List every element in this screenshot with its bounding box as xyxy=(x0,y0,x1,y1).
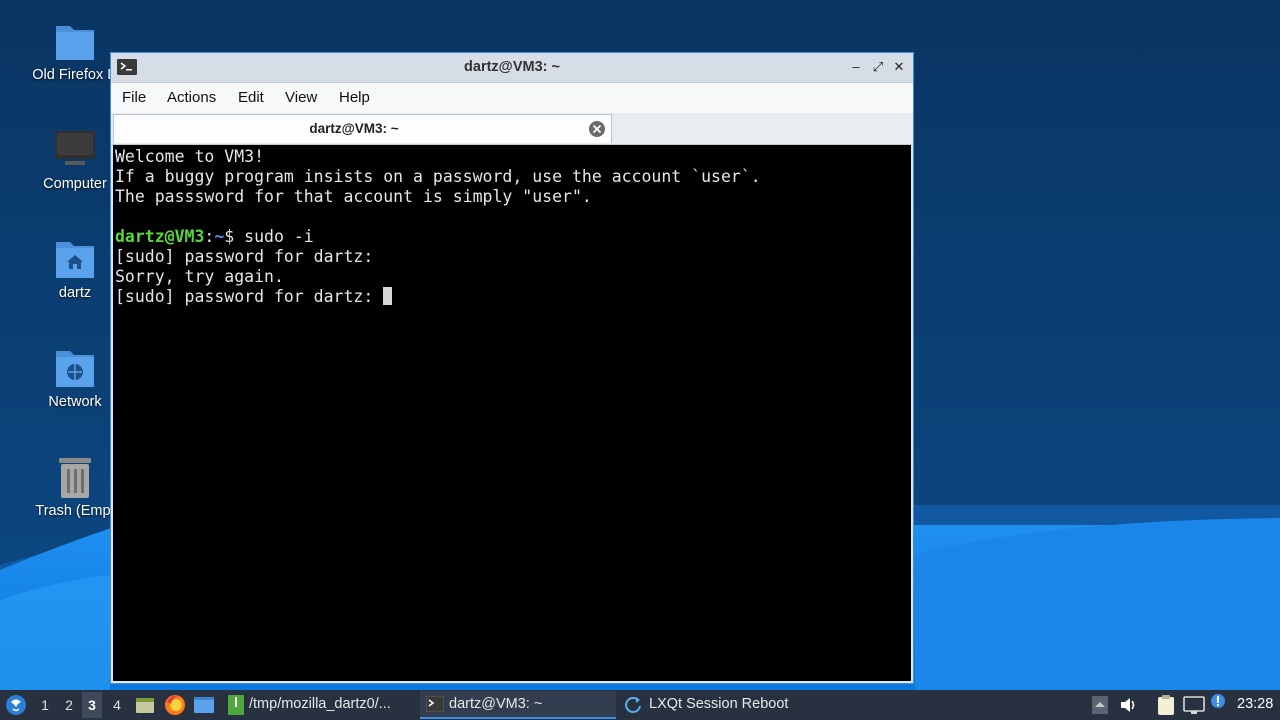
terminal-icon xyxy=(426,696,444,712)
workspace-1[interactable]: 1 xyxy=(38,697,52,713)
menu-actions[interactable]: Actions xyxy=(167,89,216,106)
tab-terminal[interactable]: dartz@VM3: ~ xyxy=(113,114,612,143)
clock[interactable]: 23:28 xyxy=(1237,696,1273,712)
clipboard-icon[interactable] xyxy=(1155,694,1177,716)
terminal-line: Welcome to VM3! xyxy=(115,147,265,166)
window-title: dartz@VM3: ~ xyxy=(464,59,560,75)
folder-icon xyxy=(56,26,94,60)
workspace-4[interactable]: 4 xyxy=(110,697,124,713)
menu-edit[interactable]: Edit xyxy=(238,89,264,106)
home-folder-icon xyxy=(56,242,94,278)
menu-view[interactable]: View xyxy=(285,89,317,106)
terminal-line: Sorry, try again. xyxy=(115,267,284,286)
network-folder-icon xyxy=(56,351,94,387)
file-manager-launcher-icon[interactable] xyxy=(135,695,155,715)
tab-bar: dartz@VM3: ~ xyxy=(111,113,913,145)
workspace-2[interactable]: 2 xyxy=(62,697,76,713)
notification-icon[interactable] xyxy=(1210,693,1226,709)
terminal-window[interactable]: dartz@VM3: ~ – ⤢ ✕ File Actions Edit Vie… xyxy=(110,52,914,684)
network-status-icon[interactable] xyxy=(1183,695,1205,715)
taskbar: 1 2 3 4 /tmp/mozilla_dartz0/... dartz@VM… xyxy=(0,690,1280,720)
reboot-icon xyxy=(625,697,641,713)
terminal-line: [sudo] password for dartz: xyxy=(115,287,384,306)
text-cursor xyxy=(383,287,393,305)
task-terminal-label: dartz@VM3: ~ xyxy=(449,696,543,712)
menu-help[interactable]: Help xyxy=(339,89,370,106)
window-titlebar[interactable]: dartz@VM3: ~ – ⤢ ✕ xyxy=(111,53,913,83)
terminal-line: The passsword for that account is simply… xyxy=(115,187,592,206)
trash-icon xyxy=(59,458,91,498)
terminal-output[interactable]: Welcome to VM3! If a buggy program insis… xyxy=(113,145,911,681)
start-menu-icon[interactable] xyxy=(5,694,27,716)
workspace-3[interactable]: 3 xyxy=(85,697,99,713)
close-button[interactable]: ✕ xyxy=(891,59,907,75)
tray-expand-icon[interactable] xyxy=(1091,695,1109,715)
computer-icon xyxy=(55,131,95,165)
minimize-button[interactable]: – xyxy=(848,59,864,75)
volume-icon[interactable] xyxy=(1118,695,1138,715)
tab-label: dartz@VM3: ~ xyxy=(309,121,399,136)
archive-icon xyxy=(228,695,244,715)
task-reboot-label[interactable]: LXQt Session Reboot xyxy=(649,696,788,712)
prompt-path: ~ xyxy=(214,227,225,246)
task-archive-label[interactable]: /tmp/mozilla_dartz0/... xyxy=(249,696,391,712)
close-icon[interactable] xyxy=(588,120,606,138)
firefox-icon[interactable] xyxy=(164,694,186,716)
terminal-line: If a buggy program insists on a password… xyxy=(115,167,761,186)
menu-file[interactable]: File xyxy=(122,89,146,106)
maximize-button[interactable]: ⤢ xyxy=(870,59,886,75)
terminal-line: [sudo] password for dartz: xyxy=(115,247,374,266)
prompt-separator: : xyxy=(204,227,215,246)
menu-bar: File Actions Edit View Help xyxy=(111,83,913,113)
prompt-command: $ sudo -i xyxy=(224,227,314,246)
prompt-user: dartz@VM3 xyxy=(115,227,205,246)
show-desktop-icon[interactable] xyxy=(193,695,215,715)
